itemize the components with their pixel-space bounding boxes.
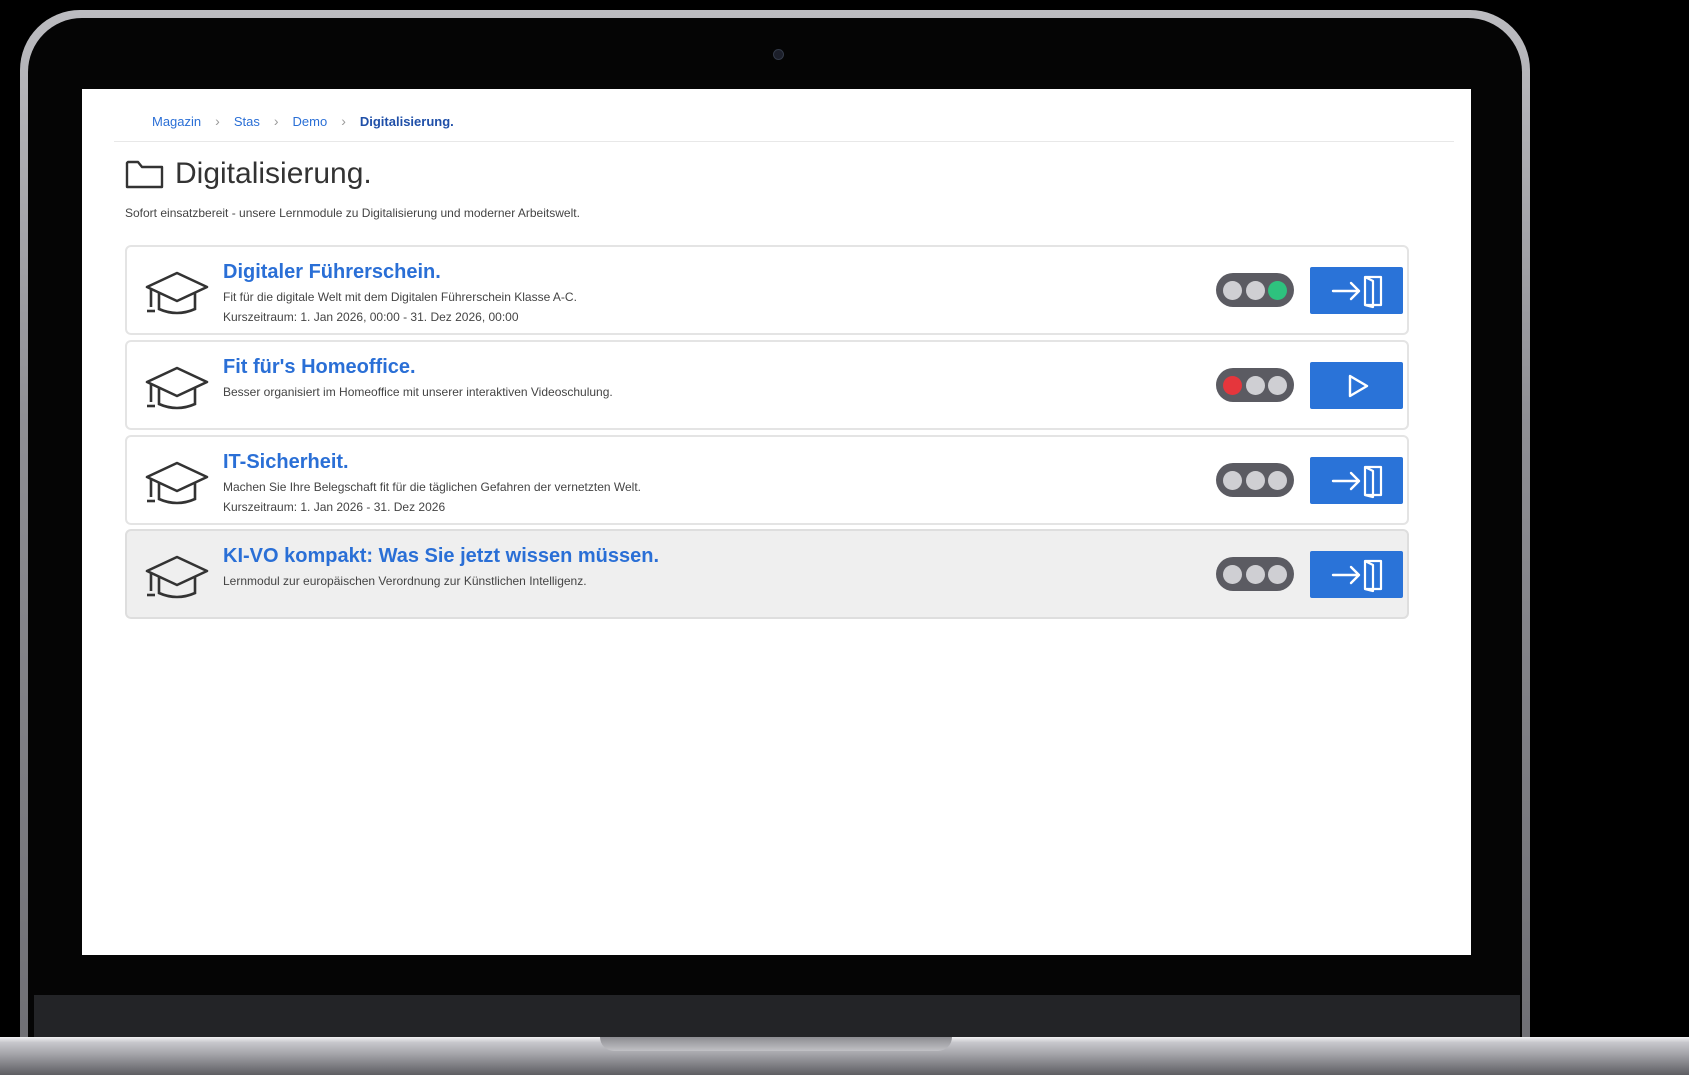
enter-course-button[interactable] [1310,551,1403,598]
breadcrumb-item-magazin[interactable]: Magazin [152,114,201,129]
graduation-cap-icon [145,366,209,410]
course-card-homeoffice[interactable]: Fit für's Homeoffice. Besser organisiert… [125,340,1409,430]
laptop-chin [34,995,1520,1037]
course-card-it-sicherheit[interactable]: IT-Sicherheit. Machen Sie Ihre Belegscha… [125,435,1409,525]
page-title: Digitalisierung. [175,157,372,190]
enter-icon [1331,275,1382,308]
status-light-yellow [1245,470,1265,490]
course-description: Besser organisiert im Homeoffice mit uns… [223,385,613,399]
play-course-button[interactable] [1310,362,1403,409]
folder-icon [125,160,164,189]
laptop-notch [600,1037,952,1051]
course-title[interactable]: KI-VO kompakt: Was Sie jetzt wissen müss… [223,545,659,568]
course-title[interactable]: Digitaler Führerschein. [223,261,441,284]
breadcrumb: Magazin › Stas › Demo › Digitalisierung. [152,113,454,129]
status-indicator [1216,557,1294,591]
course-card-ki-vo-kompakt[interactable]: KI-VO kompakt: Was Sie jetzt wissen müss… [125,529,1409,619]
status-light-green [1267,564,1287,584]
status-light-yellow [1245,564,1265,584]
graduation-cap-icon [145,461,209,505]
camera-icon [773,49,784,60]
laptop-mockup: Magazin › Stas › Demo › Digitalisierung.… [0,0,1689,1075]
course-description: Fit für die digitale Welt mit dem Digita… [223,290,577,304]
graduation-cap-icon [145,555,209,599]
chevron-right-icon: › [273,113,279,129]
breadcrumb-current: Digitalisierung. [359,113,454,129]
course-title[interactable]: IT-Sicherheit. [223,451,349,474]
status-indicator [1216,273,1294,307]
course-period: Kurszeitraum: 1. Jan 2026, 00:00 - 31. D… [223,310,519,324]
status-light-yellow [1245,375,1265,395]
enter-icon [1331,465,1382,498]
status-light-green [1267,280,1287,300]
chevron-right-icon: › [341,113,346,129]
status-light-red [1223,470,1243,490]
breadcrumb-item-demo[interactable]: Demo [293,114,328,129]
play-icon [1348,374,1368,397]
course-description: Lernmodul zur europäischen Verordnung zu… [223,574,587,588]
status-indicator [1216,368,1294,402]
graduation-cap-icon [145,271,209,315]
page-subtitle: Sofort einsatzbereit - unsere Lernmodule… [125,206,580,220]
breadcrumb-item-stas[interactable]: Stas [234,114,260,129]
enter-course-button[interactable] [1310,267,1403,314]
status-light-red [1223,280,1243,300]
page-header: Digitalisierung. [125,157,372,191]
course-period: Kurszeitraum: 1. Jan 2026 - 31. Dez 2026 [223,500,446,514]
status-indicator [1216,463,1294,497]
enter-course-button[interactable] [1310,457,1403,504]
screen: Magazin › Stas › Demo › Digitalisierung.… [82,89,1471,955]
status-light-green [1267,375,1287,395]
divider [114,141,1454,142]
course-description: Machen Sie Ihre Belegschaft fit für die … [223,480,642,494]
course-card-digitaler-fuehrerschein[interactable]: Digitaler Führerschein. Fit für die digi… [125,245,1409,335]
status-light-red [1223,564,1243,584]
status-light-green [1267,470,1287,490]
course-title[interactable]: Fit für's Homeoffice. [223,356,416,379]
chevron-right-icon: › [215,113,220,129]
status-light-red [1223,375,1243,395]
status-light-yellow [1245,280,1265,300]
enter-icon [1331,559,1382,592]
